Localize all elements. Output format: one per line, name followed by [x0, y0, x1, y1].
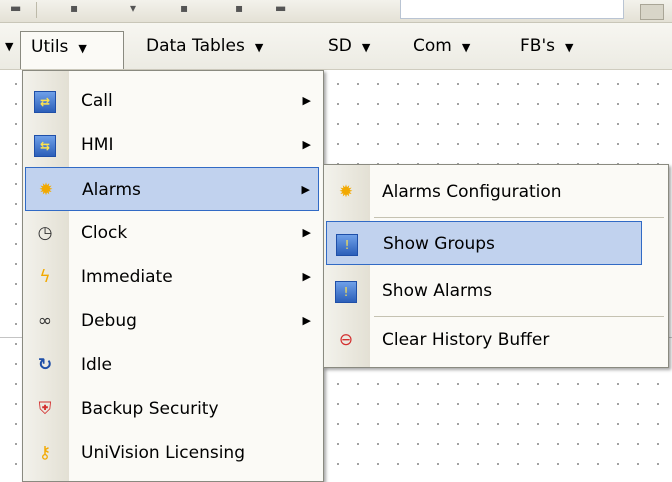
menu-sd-label: SD	[328, 36, 352, 56]
hmi-icon: ⇆	[34, 134, 56, 157]
toolbar-end-button[interactable]	[640, 4, 664, 20]
clock-icon: ◷	[37, 223, 53, 243]
menu-sd[interactable]: SD ▼	[318, 31, 398, 61]
toolbar-button-icon[interactable]: ▪	[180, 1, 188, 15]
menu-utils-label: Utils	[31, 37, 69, 57]
menu-item-label: Clock	[81, 223, 128, 243]
toolbar-button-icon[interactable]: ▬	[275, 1, 286, 15]
submenu-arrow-icon: ▶	[302, 226, 311, 239]
call-icon: ⇄	[34, 90, 56, 113]
menu-item-show-groups[interactable]: ! Show Groups	[326, 221, 642, 265]
menu-separator	[374, 217, 664, 218]
menu-com[interactable]: Com ▼	[403, 31, 503, 61]
chevron-down-icon: ▼	[361, 41, 371, 54]
chevron-down-icon: ▼	[254, 41, 264, 54]
menu-item-label: Idle	[81, 355, 112, 375]
menu-item-label: Backup Security	[81, 399, 219, 419]
menu-item-label: Call	[81, 91, 113, 111]
menu-fbs-label: FB's	[520, 36, 555, 56]
show-alarms-icon: !	[335, 280, 357, 303]
menu-item-backup-security[interactable]: ⛨ Backup Security	[25, 387, 319, 431]
menu-item-show-alarms[interactable]: ! Show Alarms	[326, 269, 664, 313]
menu-item-hmi[interactable]: ⇆ HMI ▶	[25, 123, 319, 167]
submenu-arrow-icon: ▶	[301, 183, 310, 196]
menu-item-call[interactable]: ⇄ Call ▶	[25, 79, 319, 123]
glasses-icon: ∞	[37, 311, 53, 331]
menu-item-label: Immediate	[81, 267, 173, 287]
menu-item-idle[interactable]: ↻ Idle	[25, 343, 319, 387]
submenu-arrow-icon: ▶	[302, 138, 311, 151]
chevron-down-icon: ▼	[78, 42, 87, 55]
idle-icon: ↻	[37, 355, 53, 375]
ladder-canvas-left[interactable]	[0, 70, 22, 479]
toolbar: ▬ ▪ ▾ ▪ ▪ ▬	[0, 0, 672, 23]
toolbar-separator	[36, 2, 37, 18]
menu-item-univision-licensing[interactable]: ⚷ UniVision Licensing	[25, 431, 319, 475]
menu-item-immediate[interactable]: ϟ Immediate ▶	[25, 255, 319, 299]
menu-item-label: UniVision Licensing	[81, 443, 245, 463]
menu-item-clock[interactable]: ◷ Clock ▶	[25, 211, 319, 255]
menu-item-label: Debug	[81, 311, 137, 331]
toolbar-button-icon[interactable]: ▪	[235, 1, 243, 15]
submenu-arrow-icon: ▶	[302, 94, 311, 107]
chevron-down-icon: ▼	[564, 41, 574, 54]
menu-utils[interactable]: Utils ▼	[20, 31, 124, 69]
menu-com-label: Com	[413, 36, 452, 56]
chevron-down-icon: ▼	[461, 41, 471, 54]
menu-item-debug[interactable]: ∞ Debug ▶	[25, 299, 319, 343]
menu-item-clear-history-buffer[interactable]: ⊖ Clear History Buffer	[326, 318, 664, 362]
toolbar-button-icon[interactable]: ▬	[10, 1, 21, 15]
submenu-arrow-icon: ▶	[302, 314, 311, 327]
menu-item-label: Alarms	[82, 180, 141, 200]
menu-separator	[374, 316, 664, 317]
menu-item-label: Show Groups	[383, 234, 495, 254]
menubar-arrow-icon: ▼	[5, 40, 14, 53]
menu-data-tables-label: Data Tables	[146, 36, 245, 56]
submenu-arrow-icon: ▶	[302, 270, 311, 283]
show-groups-icon: !	[336, 233, 358, 256]
toolbar-field[interactable]	[400, 0, 624, 19]
toolbar-button-icon[interactable]: ▪	[70, 1, 78, 15]
menu-bar: ▼ Utils ▼ Data Tables ▼ SD ▼ Com ▼ FB's ▼	[0, 23, 672, 70]
key-icon: ⚷	[38, 443, 52, 463]
utils-menu: ⇄ Call ▶ ⇆ HMI ▶ ✹ Alarms ▶ ◷ Clock ▶ ϟ …	[22, 70, 324, 482]
menu-item-alarms[interactable]: ✹ Alarms ▶	[25, 167, 319, 211]
menu-item-alarms-configuration[interactable]: ✹ Alarms Configuration	[326, 170, 664, 214]
menu-item-label: Clear History Buffer	[382, 330, 550, 350]
menu-item-label: Show Alarms	[382, 281, 493, 301]
menu-data-tables[interactable]: Data Tables ▼	[136, 31, 316, 61]
alarm-bulb-icon: ✹	[38, 180, 54, 200]
menu-item-label: HMI	[81, 135, 114, 155]
menu-item-label: Alarms Configuration	[382, 182, 562, 202]
alarms-submenu: ✹ Alarms Configuration ! Show Groups ! S…	[323, 164, 669, 368]
toolbar-button-icon[interactable]: ▾	[130, 1, 136, 15]
menu-fbs[interactable]: FB's ▼	[510, 31, 610, 61]
lightning-icon: ϟ	[39, 267, 51, 287]
shield-icon: ⛨	[38, 399, 52, 419]
clear-history-icon: ⊖	[338, 330, 354, 350]
alarm-bulb-icon: ✹	[338, 182, 354, 202]
